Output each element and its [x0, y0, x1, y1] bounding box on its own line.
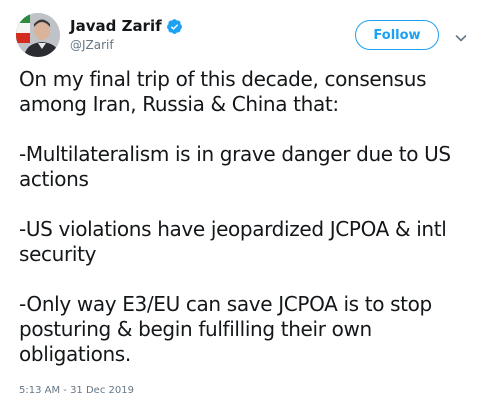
- verified-badge-icon: [166, 18, 183, 35]
- avatar[interactable]: [16, 13, 60, 57]
- chevron-down-icon[interactable]: [455, 29, 467, 42]
- tweet-card: Javad Zarif @JZarif Follow On my final t…: [0, 0, 497, 401]
- tweet-text: On my final trip of this decade, consens…: [19, 67, 489, 367]
- tweet-paragraph: -US violations have jeopardized JCPOA & …: [19, 217, 447, 266]
- author-handle[interactable]: @JZarif: [70, 38, 114, 52]
- author-name-row[interactable]: Javad Zarif: [70, 17, 183, 35]
- profile-photo-icon: [16, 13, 60, 57]
- tweet-paragraph: -Only way E3/EU can save JCPOA is to sto…: [19, 292, 432, 366]
- tweet-timestamp[interactable]: 5:13 AM - 31 Dec 2019: [19, 384, 134, 397]
- follow-button[interactable]: Follow: [355, 20, 439, 50]
- tweet-paragraph: -Multilateralism is in grave danger due …: [19, 142, 451, 191]
- tweet-paragraph: On my final trip of this decade, consens…: [19, 67, 427, 116]
- author-display-name[interactable]: Javad Zarif: [70, 17, 162, 35]
